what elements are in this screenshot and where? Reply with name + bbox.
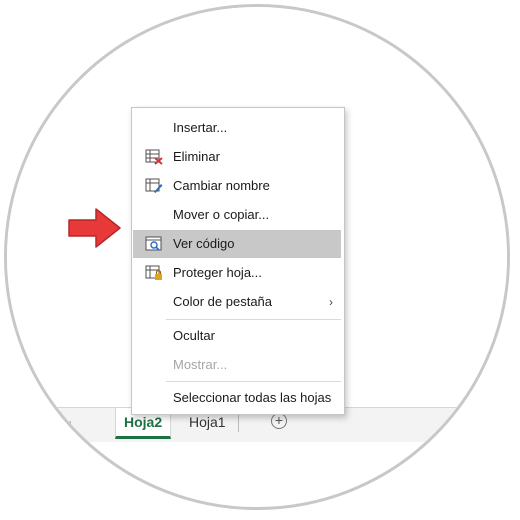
menu-item-label: Ocultar [173, 328, 215, 343]
menu-item-label: Mostrar... [173, 357, 228, 372]
menu-item-cambiar-nombre[interactable]: Cambiar nombre [133, 172, 341, 200]
menu-item-label: Cambiar nombre [173, 178, 270, 193]
menu-divider [166, 319, 341, 320]
menu-item-eliminar[interactable]: Eliminar [133, 143, 341, 171]
pointer-arrow-icon [68, 208, 121, 248]
menu-item-ver-codigo[interactable]: Ver código [133, 230, 341, 258]
menu-item-ocultar[interactable]: Ocultar [133, 322, 341, 350]
add-sheet-icon[interactable]: + [271, 413, 287, 429]
menu-item-label: Mover o copiar... [173, 207, 270, 222]
menu-item-label: Proteger hoja... [173, 265, 262, 280]
menu-item-label: Seleccionar todas las hojas [173, 390, 332, 405]
delete-sheet-icon [145, 149, 163, 165]
menu-item-label: Eliminar [173, 149, 220, 164]
menu-item-label: Color de pestaña [173, 294, 273, 309]
menu-item-seleccionar-todas[interactable]: Seleccionar todas las hojas [133, 384, 341, 412]
rename-sheet-icon [145, 178, 163, 193]
menu-item-insertar[interactable]: Insertar... [133, 114, 341, 142]
tab-divider [238, 414, 239, 432]
menu-item-label: Insertar... [173, 120, 228, 135]
chevron-right-icon: › [329, 295, 333, 309]
menu-item-color-pestana[interactable]: Color de pestaña › [133, 288, 341, 316]
tab-hoja2-label: Hoja2 [124, 414, 163, 430]
menu-item-proteger-hoja[interactable]: Proteger hoja... [133, 259, 341, 287]
tab-hoja1-label: Hoja1 [189, 414, 226, 430]
menu-item-label: Ver código [173, 236, 235, 251]
protect-sheet-icon [145, 265, 162, 280]
menu-divider [166, 381, 341, 382]
sheet-context-menu: Insertar... Eliminar Cambiar nombre Move… [131, 107, 345, 415]
view-code-icon [145, 236, 162, 251]
tab-scroll-arrow-icon[interactable]: ◂ [65, 416, 71, 430]
menu-item-mover-copiar[interactable]: Mover o copiar... [133, 201, 341, 229]
menu-item-mostrar: Mostrar... [133, 351, 341, 379]
